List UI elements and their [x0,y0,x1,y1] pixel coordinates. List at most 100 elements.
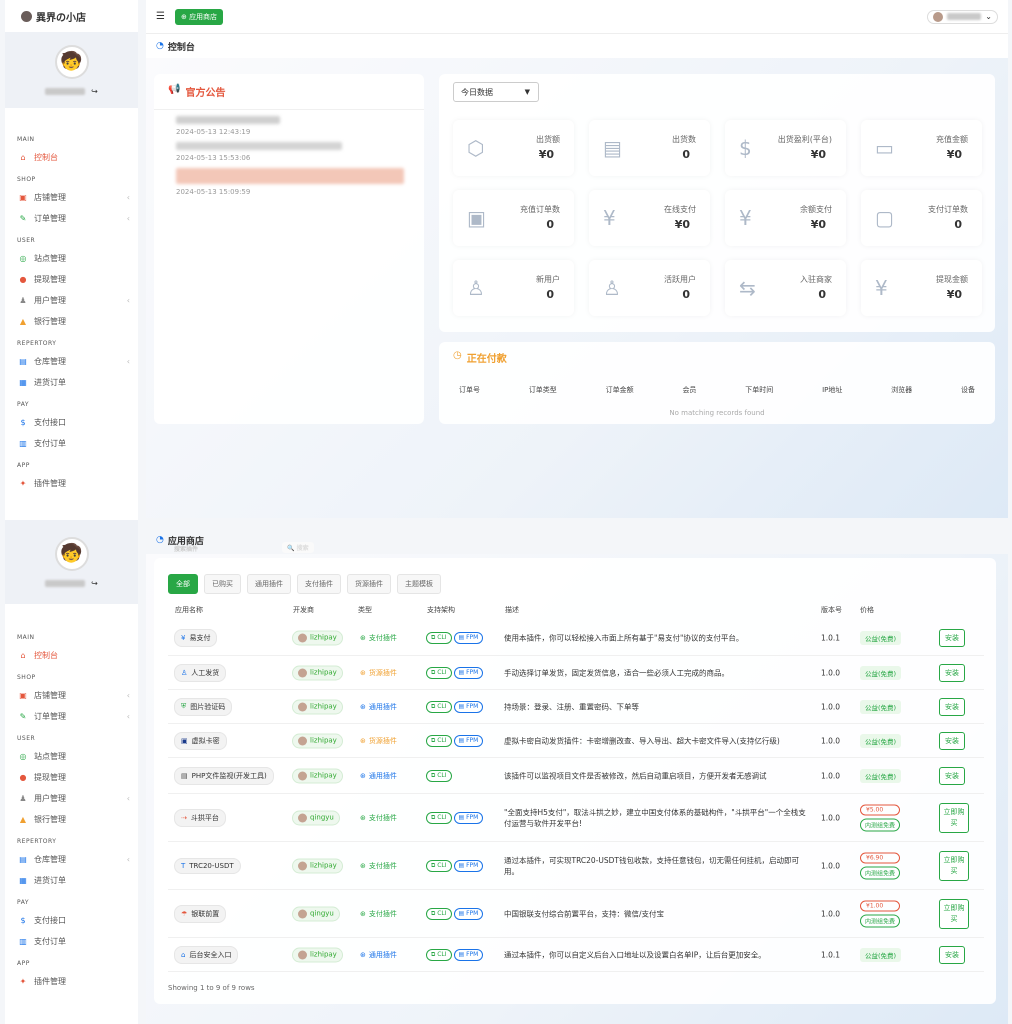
price-badge: 公益(免费) [860,630,902,645]
empty-message: No matching records found [669,409,765,417]
sidebar-item-warehouse[interactable]: ▤ 仓库管理 ‹ [5,849,138,870]
user-dropdown[interactable]: ⌄ [927,9,998,24]
sidebar-item-plugin[interactable]: ✦ 插件管理 [5,473,138,494]
dashboard-view: 異界の小店 🧒 ↪ MAIN ⌂ 控制台 SHOP ▣ 店铺管理 ‹ ✎ 订单管理 ‹ USER ◎ 站… [0,0,1012,518]
filter-tab[interactable]: 通用插件 [247,574,291,594]
install-button[interactable]: 安装 [939,766,965,785]
sidebar-item-withdraw[interactable]: ● 提现管理 [5,269,138,290]
sidebar-item-home[interactable]: ⌂ 控制台 [5,147,138,168]
notice-item[interactable]: 2024-05-13 12:43:19 [154,110,424,136]
type-label: ⊛ 支付插件 [360,813,397,822]
username [45,87,86,95]
brand[interactable]: 異界の小店 [5,0,138,32]
logout-icon[interactable]: ↪ [91,579,98,588]
arch-badges: ⧉ CLI ▤ FPM [426,700,484,713]
trial-badge: 内测组免费 [860,818,901,831]
sidebar-item-site[interactable]: ◎ 站点管理 [5,248,138,269]
sidebar-item-bank[interactable]: ▲ 银行管理 [5,809,138,830]
stat-value: ¥0 [810,218,826,231]
type-label: ⊛ 货源插件 [360,736,397,745]
sidebar-item-purchase[interactable]: ▦ 进货订单 [5,870,138,891]
sidebar-item-pay-order[interactable]: ▥ 支付订单 [5,931,138,952]
app-name[interactable]: ⌂ 后台安全入口 [174,945,239,964]
install-button[interactable]: 安装 [939,945,965,964]
table-row: ¥ 易支付 lizhipay ⊛ 支付插件 ⧉ CLI ▤ FPM 使用本插件，你可… [168,620,984,656]
cli-badge: ⧉ CLI [426,631,452,644]
withdraw-amount-icon: ¥ [875,276,888,300]
version: 1.0.0 [821,813,841,822]
search-button[interactable]: 🔍 搜索 [282,542,314,553]
purchase-icon: ▦ [19,378,27,387]
avatar-icon [298,861,307,870]
avatar[interactable]: 🧒 [54,536,89,571]
price: 公益(免费) [860,947,902,962]
menu-toggle-icon[interactable]: ☰ [156,11,165,22]
app-name[interactable]: ⛨ 图片验证码 [174,697,233,716]
developer-badge: lizhipay [292,947,343,962]
column-header: 订单类型 [528,386,557,394]
notice-item[interactable]: 2024-05-13 15:09:59 [154,162,424,196]
filter-tab[interactable]: 货源插件 [347,574,391,594]
sidebar-item-label: 站点管理 [34,254,66,263]
stat-card: ¥ 提现金额 ¥0 [861,260,982,316]
arch-badges: ⧉ CLI ▤ FPM [426,859,484,872]
stat-value: ¥0 [674,218,690,231]
sidebar-item-pay-order[interactable]: ▥ 支付订单 [5,433,138,454]
fpm-badge: ▤ FPM [453,859,484,872]
filter-tab[interactable]: 主题模板 [397,574,441,594]
stat-label: 活跃用户 [664,275,696,284]
app-name[interactable]: ¥ 易支付 [174,628,218,647]
menu-section-title: APP [17,960,30,967]
sidebar-item-user[interactable]: ♟ 用户管理 ‹ [5,788,138,809]
sidebar-item-order[interactable]: ✎ 订单管理 ‹ [5,208,138,229]
description: 手动选择订单发货，固定发货信息，适合一些必须人工完成的商品。 [504,668,729,677]
buy-now-button[interactable]: 立即购买 [939,898,969,929]
range-select[interactable]: 今日数据 ▼ [453,82,539,102]
search-input[interactable]: 搜索插件 [174,544,198,553]
install-button[interactable]: 安装 [939,663,965,682]
install-button[interactable]: 安装 [939,628,965,647]
sidebar-item-withdraw[interactable]: ● 提现管理 [5,767,138,788]
app-name[interactable]: ☂ 银联前置 [174,904,227,923]
sidebar-item-purchase[interactable]: ▦ 进货订单 [5,372,138,393]
sidebar-item-store[interactable]: ▣ 店铺管理 ‹ [5,187,138,208]
table-row: ▣ 虚拟卡密 lizhipay ⊛ 货源插件 ⧉ CLI ▤ FPM 虚拟卡密自动发… [168,724,984,758]
online-pay-icon: ¥ [603,206,616,230]
sidebar-item-plugin[interactable]: ✦ 插件管理 [5,971,138,992]
buy-now-button[interactable]: 立即购买 [939,802,969,833]
filter-tab[interactable]: 全部 [168,574,198,594]
price: 公益(免费) [860,733,902,748]
filter-tab[interactable]: 已购买 [204,574,241,594]
filter-tab[interactable]: 支付插件 [297,574,341,594]
sidebar-item-user[interactable]: ♟ 用户管理 ‹ [5,290,138,311]
sidebar-item-warehouse[interactable]: ▤ 仓库管理 ‹ [5,351,138,372]
app-name[interactable]: ♙ 人工发货 [174,663,227,682]
app-name[interactable]: ▣ 虚拟卡密 [174,731,227,750]
sidebar-item-order[interactable]: ✎ 订单管理 ‹ [5,706,138,727]
recharge-order-icon: ▣ [467,206,486,230]
app-name[interactable]: ▤ PHP文件监视(开发工具) [174,766,274,785]
avatar-icon [298,813,307,822]
app-store-button[interactable]: ⊕ 应用商店 [174,8,224,25]
app-name[interactable]: T TRC20-USDT [174,857,241,874]
sidebar: 異界の小店 🧒 ↪ MAIN ⌂ 控制台 SHOP ▣ 店铺管理 ‹ ✎ 订单管理 ‹ USER ◎ 站… [5,0,138,518]
developer-badge: lizhipay [292,630,343,645]
notice-item[interactable]: 2024-05-13 15:53:06 [154,136,424,162]
logout-icon[interactable]: ↪ [91,87,98,96]
paying-table-header: 订单号 订单类型 订单金额 会员 下单时间 IP地址 浏览器 设备 [439,373,995,395]
sidebar-item-site[interactable]: ◎ 站点管理 [5,746,138,767]
sidebar-item-payment[interactable]: $ 支付接口 [5,412,138,433]
app-name[interactable]: ⇢ 斗拱平台 [174,808,226,827]
avatar[interactable]: 🧒 [54,44,89,79]
sidebar-item-store[interactable]: ▣ 店铺管理 ‹ [5,685,138,706]
caret-down-icon: ▼ [524,88,530,96]
megaphone-icon: 📢 [168,84,181,95]
install-button[interactable]: 安装 [939,731,965,750]
type-icon: ⊛ [360,633,366,642]
sidebar-item-payment[interactable]: $ 支付接口 [5,910,138,931]
sidebar-item-home[interactable]: ⌂ 控制台 [5,645,138,666]
install-button[interactable]: 安装 [939,697,965,716]
sidebar-item-bank[interactable]: ▲ 银行管理 [5,311,138,332]
stat-label: 支付订单数 [928,205,968,214]
buy-now-button[interactable]: 立即购买 [939,850,969,881]
